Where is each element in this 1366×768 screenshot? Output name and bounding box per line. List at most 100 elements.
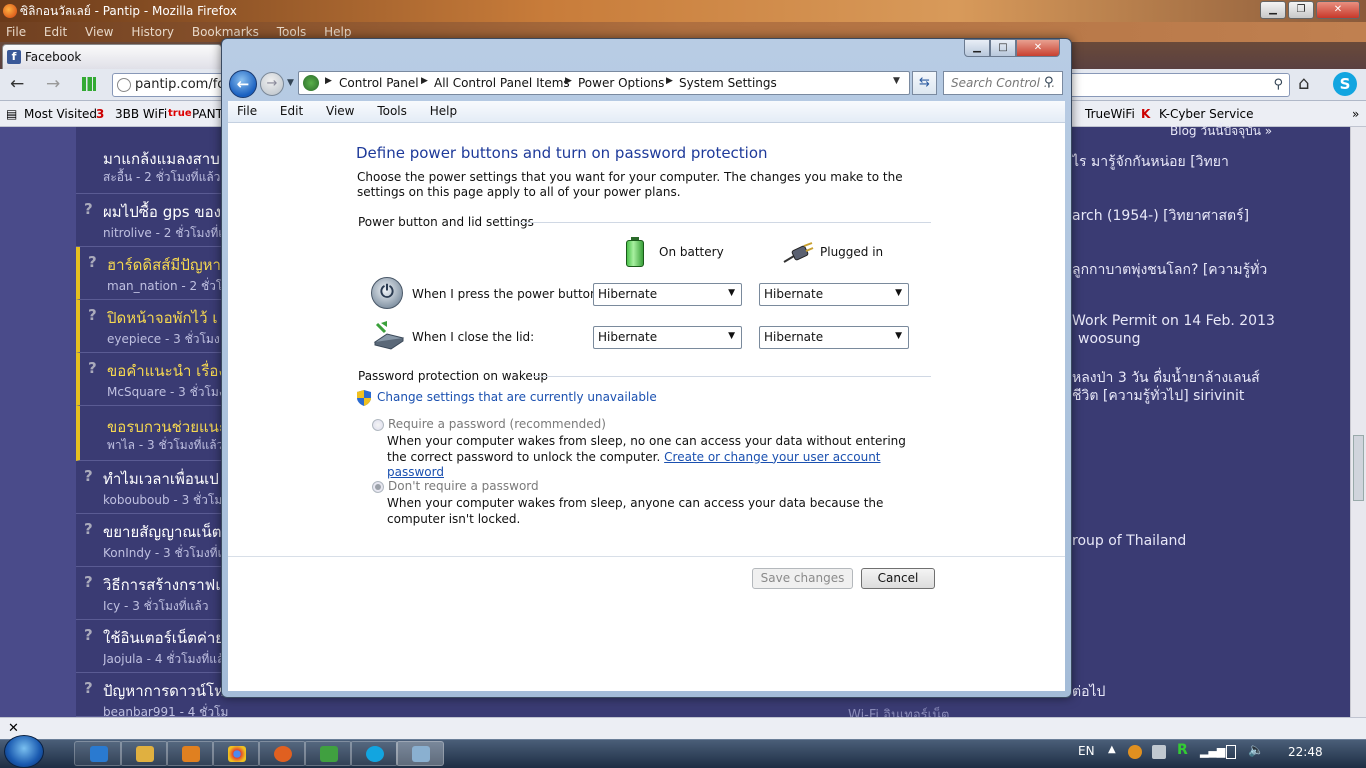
topic-row[interactable]: ? ปิดหน้าจอพักไว้ เ eyepiece - 3 ชั่วโมง (76, 300, 226, 353)
taskbar-media[interactable] (166, 741, 214, 766)
taskbar-control-panel[interactable] (396, 741, 444, 766)
bookmark-pant[interactable]: PANT (192, 101, 223, 127)
menu-edit[interactable]: Edit (280, 104, 303, 118)
search-icon[interactable]: ⚲ (1044, 75, 1054, 90)
ff-menu-view[interactable]: View (85, 25, 113, 39)
bookmark-most-visited[interactable]: Most Visited (24, 101, 97, 127)
breadcrumb-all-items[interactable]: All Control Panel Items (434, 76, 570, 90)
maximize-icon[interactable]: □ (990, 39, 1016, 57)
minimize-icon[interactable]: ▁ (1260, 1, 1286, 19)
ff-forward-icon[interactable]: → (46, 74, 60, 94)
chevron-right-icon[interactable]: ▶ (666, 76, 673, 86)
topic-row[interactable]: ? ใช้อินเตอร์เน็ตค่าย Jaojula - 4 ชั่วโมงท… (76, 620, 228, 673)
topic-row[interactable]: ?ปัญหาการดาวน์โหbeanbar991 - 4 ชั่วโมงที… (76, 673, 228, 719)
refresh-button[interactable]: ⇆ (912, 71, 937, 95)
pantip-link[interactable]: Work Permit on 14 Feb. 2013 (1072, 313, 1275, 329)
menu-help[interactable]: Help (430, 104, 457, 118)
topic-title[interactable]: ทำไมเวลาเพื่อนเป (103, 467, 228, 491)
tray-network-icon[interactable] (1152, 745, 1166, 759)
close-icon[interactable]: ✕ (1316, 1, 1360, 19)
tray-app-icon[interactable] (1128, 745, 1142, 759)
topic-title[interactable]: ปิดหน้าจอพักไว้ เ (107, 306, 232, 330)
address-dropdown-icon[interactable]: ▼ (893, 76, 900, 86)
pantip-link[interactable]: ไร มารู้จักกันหน่อย [วิทยา (1072, 151, 1229, 173)
topic-title[interactable]: ขยายสัญญาณเน็ต (103, 520, 228, 544)
bookmark-3bb-wifi[interactable]: 3BB WiFi (115, 101, 167, 127)
cancel-button[interactable]: Cancel (861, 568, 935, 589)
topic-row[interactable]: ? ผมไปซื้อ gps ของ nitrolive - 2 ชั่วโมงที… (76, 194, 228, 247)
topic-row[interactable]: ขอรบกวนช่วยแนะ พาไล - 3 ชั่วโมงที่แล้ว (76, 406, 227, 461)
topic-row[interactable]: ? ขอคำแนะนำ เรื่อง McSquare - 3 ชั่วโมง (76, 353, 226, 406)
topic-row[interactable]: ? ขยายสัญญาณเน็ต KonIndy - 3 ชั่วโมงที่แล้… (76, 514, 228, 567)
topic-row[interactable]: ? ทำไมเวลาเพื่อนเป kobouboub - 3 ชั่วโมง (76, 461, 228, 514)
more-bookmarks-icon[interactable]: » (1352, 101, 1359, 127)
signal-bars-icon[interactable]: ▂▄▆ (1200, 745, 1225, 758)
breadcrumb-power-options[interactable]: Power Options (578, 76, 664, 90)
back-button[interactable]: ← (229, 70, 257, 98)
power-button-battery-select[interactable]: Hibernate ▼ (593, 283, 742, 306)
address-bar[interactable]: ▶ Control Panel ▶ All Control Panel Item… (298, 71, 910, 95)
battery-tray-icon[interactable] (1226, 745, 1236, 759)
search-icon[interactable]: ⚲ (1273, 77, 1283, 92)
taskbar-app[interactable] (304, 741, 352, 766)
taskbar-clock[interactable]: 22:48 (1288, 745, 1323, 759)
topic-title[interactable]: ขอคำแนะนำ เรื่อง (107, 359, 232, 383)
pantip-link[interactable]: roup of Thailand (1072, 533, 1186, 549)
bookmark-truewifi[interactable]: TrueWiFi (1085, 101, 1135, 127)
taskbar-firefox[interactable] (258, 741, 306, 766)
topic-row[interactable]: ? ฮาร์ดดิสส์มีปัญหา man_nation - 2 ชั่วโมง (76, 247, 232, 300)
pantip-link[interactable]: woosung (1078, 331, 1141, 347)
firefox-url-bar[interactable]: pantip.com/for (112, 73, 228, 97)
firefox-search-bar[interactable]: ⚲ (1068, 73, 1290, 97)
restore-icon[interactable]: ❐ (1288, 1, 1314, 19)
ff-menu-edit[interactable]: Edit (44, 25, 67, 39)
topic-title[interactable]: ใช้อินเตอร์เน็ตค่าย (103, 626, 228, 650)
breadcrumb-system-settings[interactable]: System Settings (679, 76, 777, 90)
tray-r-icon[interactable]: R (1177, 742, 1188, 758)
topic-row[interactable]: ? วิธีการสร้างกราฟแ Icy - 3 ชั่วโมงที่แล้ว (76, 567, 226, 620)
home-icon[interactable]: ⌂ (1298, 73, 1309, 94)
pantip-link[interactable]: Blog วันนี้ปัจจุบัน » (1170, 122, 1272, 141)
chevron-right-icon[interactable]: ▶ (325, 76, 332, 86)
topic-title[interactable]: ผมไปซื้อ gps ของ (103, 200, 228, 224)
topic-title[interactable]: ฮาร์ดดิสส์มีปัญหา (107, 253, 232, 277)
topic-title[interactable]: ปัญหาการดาวน์โห (103, 679, 228, 703)
menu-view[interactable]: View (326, 104, 354, 118)
chevron-right-icon[interactable]: ▶ (565, 76, 572, 86)
taskbar-explorer[interactable] (120, 741, 168, 766)
ff-menu-tools[interactable]: Tools (277, 25, 307, 39)
page-scrollbar[interactable] (1350, 127, 1366, 717)
ff-back-icon[interactable]: ← (10, 74, 24, 94)
taskbar-chrome[interactable] (212, 741, 260, 766)
save-changes-button[interactable]: Save changes (752, 568, 853, 589)
skype-icon[interactable]: S (1333, 72, 1357, 96)
close-findbar-icon[interactable]: ✕ (8, 721, 19, 736)
ff-menu-file[interactable]: File (6, 25, 26, 39)
pantip-link[interactable]: arch (1954-) [วิทยาศาสตร์] (1072, 205, 1249, 227)
taskbar-skype[interactable] (350, 741, 398, 766)
ff-menu-history[interactable]: History (131, 25, 174, 39)
start-button[interactable] (4, 735, 44, 768)
tray-expand-icon[interactable]: ▲ (1108, 744, 1116, 755)
pantip-link[interactable]: ลูกกาบาตพุ่งชนโลก? [ความรู้ทั่ว (1072, 259, 1267, 281)
topic-row[interactable]: มาแกล้งแมลงสาบ สะอื้น - 2 ชั่วโมงที่แล้ว (76, 141, 226, 194)
lid-battery-select[interactable]: Hibernate ▼ (593, 326, 742, 349)
forward-button[interactable]: → (260, 72, 284, 96)
power-button-plugged-select[interactable]: Hibernate ▼ (759, 283, 909, 306)
require-password-radio[interactable] (372, 419, 384, 431)
menu-tools[interactable]: Tools (377, 104, 407, 118)
breadcrumb-control-panel[interactable]: Control Panel (339, 76, 419, 90)
pantip-link[interactable]: ต่อไป (1072, 681, 1105, 703)
recent-pages-icon[interactable]: ▼ (287, 78, 297, 88)
close-icon[interactable]: ✕ (1016, 39, 1060, 57)
language-indicator[interactable]: EN (1078, 744, 1095, 758)
ff-menu-bookmarks[interactable]: Bookmarks (192, 25, 259, 39)
chevron-right-icon[interactable]: ▶ (421, 76, 428, 86)
scrollbar-thumb[interactable] (1353, 435, 1364, 501)
taskbar-ie[interactable] (74, 741, 122, 766)
lid-plugged-select[interactable]: Hibernate ▼ (759, 326, 909, 349)
volume-icon[interactable]: 🔈 (1248, 743, 1264, 758)
topic-title[interactable]: วิธีการสร้างกราฟแ (103, 573, 228, 597)
menu-file[interactable]: File (237, 104, 257, 118)
change-unavailable-settings-link[interactable]: Change settings that are currently unava… (377, 390, 657, 404)
